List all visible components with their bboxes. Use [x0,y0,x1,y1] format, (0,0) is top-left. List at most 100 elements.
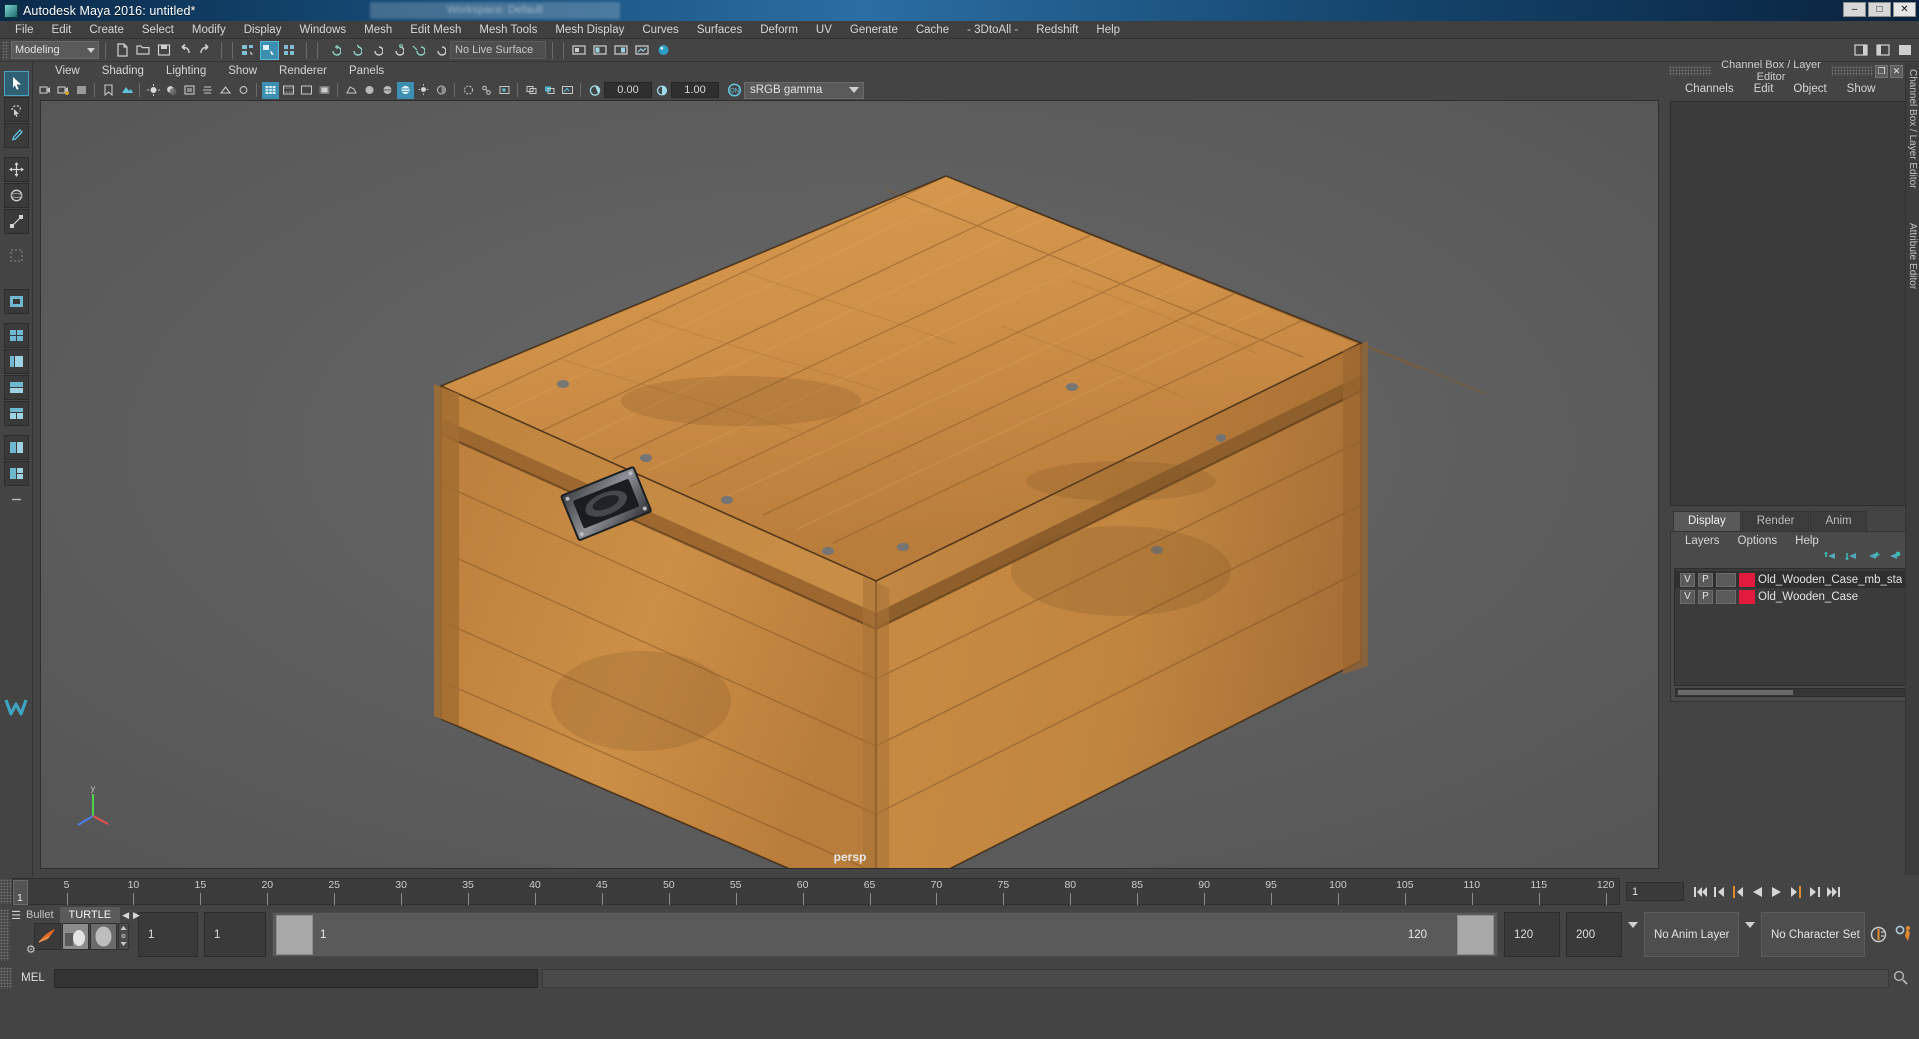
gamma-field[interactable]: 1.00 [671,82,719,98]
step-back-key-icon[interactable] [1731,884,1746,900]
menu-item-windows[interactable]: Windows [290,21,355,39]
xray-joints-icon[interactable] [478,82,495,99]
menu-item-cache[interactable]: Cache [907,21,958,39]
time-slider[interactable]: 1 5 10 15 20 25 30 35 40 45 50 55 60 65 70 75 80 85 90 95 1… [12,878,1620,905]
close-panel-button[interactable]: ✕ [1890,64,1903,78]
layer-playback-toggle[interactable]: P [1698,589,1713,604]
shelf-menu-icon[interactable]: ☰ [10,910,22,922]
color-management-selector[interactable]: sRGB gamma [744,81,864,99]
rotate-tool[interactable] [3,183,29,208]
menu-item-edit-mesh[interactable]: Edit Mesh [401,21,470,39]
four-view-layout[interactable] [3,323,29,348]
create-new-layer-icon[interactable] [1866,550,1880,566]
select-by-component-icon[interactable] [281,41,300,60]
isolate-select-icon[interactable] [523,82,540,99]
menu-item-modify[interactable]: Modify [183,21,235,39]
motion-blur-icon[interactable] [199,82,216,99]
shelf-scroll-controls[interactable] [118,923,129,950]
layer-visibility-toggle[interactable]: V [1680,572,1695,587]
save-scene-icon[interactable] [154,41,173,60]
snap-to-curve-icon[interactable] [345,41,364,60]
last-tool-used[interactable] [4,243,29,268]
paint-select-tool[interactable] [3,123,29,148]
command-input[interactable] [54,968,538,988]
layer-tab-display[interactable]: Display [1673,511,1741,531]
select-camera-icon[interactable] [37,82,54,99]
character-set-selector[interactable]: No Character Set [1761,912,1865,957]
ipr-render-icon[interactable] [612,41,631,60]
viewport-menu-lighting[interactable]: Lighting [155,63,217,80]
turtle-bake-icon[interactable] [62,923,89,950]
menu-item-surfaces[interactable]: Surfaces [688,21,751,39]
animation-preferences-icon[interactable] [1891,925,1919,944]
range-end-handle[interactable] [1457,915,1494,955]
select-by-hierarchy-icon[interactable] [239,41,258,60]
render-icon[interactable] [591,41,610,60]
range-slider-gripper[interactable] [0,908,10,961]
go-to-end-icon[interactable] [1826,884,1841,900]
layer-list-horizontal-scrollbar[interactable] [1675,688,1911,697]
character-set-dropdown-arrow[interactable] [1745,921,1755,942]
show-render-view-icon[interactable] [570,41,589,60]
current-time-field[interactable]: 1 [1626,882,1684,901]
layer-state-toggle[interactable] [1716,572,1736,587]
lasso-select-tool[interactable] [3,97,29,122]
open-scene-icon[interactable] [133,41,152,60]
snap-to-point-icon[interactable] [366,41,385,60]
move-tool[interactable] [3,157,29,182]
viewport-menu-panels[interactable]: Panels [338,63,395,80]
menu-item-redshift[interactable]: Redshift [1027,21,1087,39]
shaded-wireframe-icon[interactable] [379,82,396,99]
persp-hypershade-layout[interactable] [3,401,29,426]
menu-item-create[interactable]: Create [80,21,133,39]
vertical-tab-attribute-editor[interactable]: Attribute Editor [1906,217,1918,289]
step-forward-key-icon[interactable] [1788,884,1803,900]
depth-of-field-icon[interactable] [235,82,252,99]
single-perspective-layout[interactable] [3,289,29,314]
menu-set-selector[interactable]: Modeling [11,41,99,59]
viewport-menu-shading[interactable]: Shading [91,63,155,80]
play-backwards-icon[interactable] [1750,884,1765,900]
animation-start-time-field[interactable]: 1 [138,912,198,957]
toolbar-gripper[interactable] [2,40,9,60]
redo-icon[interactable] [196,41,215,60]
animation-end-time-field[interactable]: 200 [1566,912,1622,957]
move-layer-up-icon[interactable] [1824,550,1838,566]
xray-icon[interactable] [460,82,477,99]
exposure-field[interactable]: 0.00 [604,82,652,98]
command-language-label[interactable]: MEL [12,972,54,984]
gamma-icon[interactable] [653,82,670,99]
anim-layer-selector[interactable]: No Anim Layer [1644,912,1739,957]
lights-icon[interactable] [415,82,432,99]
menu-item-help[interactable]: Help [1087,21,1129,39]
two-pane-layout[interactable] [3,435,29,460]
persp-graph-layout[interactable] [3,375,29,400]
panel-gripper[interactable] [1669,66,1711,76]
menu-item-edit[interactable]: Edit [43,21,81,39]
multisample-aa-icon[interactable] [217,82,234,99]
screen-space-ao-icon[interactable] [181,82,198,99]
viewport-menu-show[interactable]: Show [217,63,268,80]
shelf-tab-bullet[interactable]: Bullet [22,907,60,924]
menu-item-3dtoall[interactable]: - 3DtoAll - [958,21,1027,39]
display-layer-list[interactable]: V P Old_Wooden_Case_mb_sta V P Old_Wooden_Cas… [1674,568,1912,686]
persp-outliner-layout[interactable] [3,349,29,374]
undo-icon[interactable] [175,41,194,60]
three-pane-layout[interactable] [3,461,29,486]
snapshot-icon[interactable] [559,82,576,99]
shelf-options-icon[interactable]: ⚙ [26,943,36,956]
menu-item-mesh-display[interactable]: Mesh Display [546,21,633,39]
layer-color-swatch[interactable] [1739,589,1755,604]
turtle-texture-icon[interactable] [90,923,117,950]
anim-layer-dropdown-arrow[interactable] [1628,921,1638,942]
scale-tool[interactable] [3,209,29,234]
select-by-object-icon[interactable] [260,40,279,60]
play-forwards-icon[interactable] [1769,884,1784,900]
substitute-geometry-icon[interactable] [541,82,558,99]
image-plane-icon[interactable] [118,82,135,99]
menu-item-deform[interactable]: Deform [751,21,807,39]
minimize-button[interactable]: – [1843,2,1866,17]
camera-attributes-icon[interactable] [73,82,90,99]
color-management-toggle-icon[interactable]: ON [726,82,743,99]
create-layer-from-selected-icon[interactable] [1887,550,1901,566]
